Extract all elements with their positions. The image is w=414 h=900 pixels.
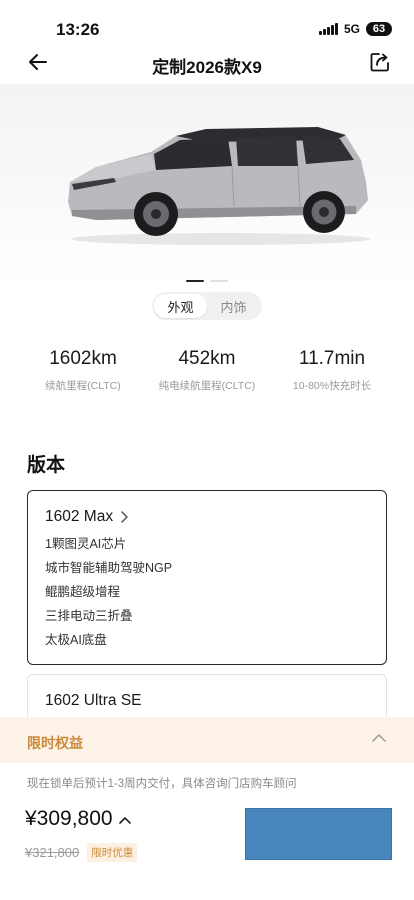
page-title: 定制2026款X9 (152, 58, 262, 77)
tab-interior[interactable]: 内饰 (207, 294, 260, 318)
version-name: 1602 Ultra SE (45, 692, 142, 710)
version-name-label: 1602 Max (45, 508, 114, 525)
feature-item: 三排电动三折叠 (45, 609, 133, 623)
version-name-label: 1602 Ultra SE (45, 692, 142, 709)
original-price-row: ¥321,800 限时优惠 (25, 843, 138, 862)
feature-item: 太极AI底盘 (45, 633, 107, 647)
current-price: ¥309,800 (25, 807, 113, 830)
limited-benefit-bar[interactable]: 限时权益 (0, 717, 414, 763)
carousel-dot (210, 280, 228, 282)
signal-icon (318, 23, 338, 35)
network-type: 5G (343, 22, 360, 36)
stat-value: 1602km (49, 348, 117, 369)
original-price: ¥321,800 (25, 845, 80, 860)
status-bar: 13:26 5G 63 (0, 0, 414, 44)
carousel-indicator (0, 280, 414, 282)
stat-charge-time: 11.7min 10-80%快充时长 (267, 348, 397, 393)
feature-item: 城市智能辅助驾驶NGP (45, 561, 173, 575)
nav-bar: 定制2026款X9 (0, 44, 414, 84)
share-icon[interactable] (368, 50, 392, 74)
car-image (68, 127, 371, 245)
tab-exterior[interactable]: 外观 (154, 294, 207, 318)
carousel-dot-active (186, 280, 204, 282)
price-summary[interactable]: ¥309,800 (25, 807, 131, 831)
stat-label: 10-80%快充时长 (292, 380, 372, 392)
version-name[interactable]: 1602 Max (45, 508, 129, 526)
view-toggle: 外观 内饰 (152, 292, 262, 320)
stat-value: 452km (178, 348, 236, 369)
stat-label: 续航里程(CLTC) (45, 380, 121, 392)
chevron-up-icon[interactable] (372, 733, 386, 743)
delivery-note: 现在锁单后预计1-3周内交付，具体咨询门店购车顾问 (27, 778, 297, 790)
feature-item: 鲲鹏超级增程 (45, 585, 121, 599)
stat-range: 1602km 续航里程(CLTC) (18, 348, 148, 393)
stat-electric-range: 452km 纯电续航里程(CLTC) (142, 348, 272, 393)
stat-label: 纯电续航里程(CLTC) (158, 380, 256, 392)
status-time: 13:26 (56, 20, 100, 39)
order-button[interactable] (245, 808, 392, 860)
promo-badge: 限时优惠 (87, 843, 138, 862)
battery-icon: 63 (366, 22, 392, 36)
version-card-max[interactable]: 1602 Max 1颗图灵AI芯片 城市智能辅助驾驶NGP 鲲鹏超级增程 三排电… (27, 490, 387, 665)
hero-image-carousel[interactable] (0, 84, 414, 284)
version-section-title: 版本 (27, 455, 66, 476)
benefit-title: 限时权益 (27, 735, 83, 751)
feature-list: 1颗图灵AI芯片 城市智能辅助驾驶NGP 鲲鹏超级增程 三排电动三折叠 太极AI… (45, 536, 172, 656)
status-icons: 5G 63 (318, 22, 392, 36)
chevron-up-icon[interactable] (118, 816, 131, 824)
chevron-right-icon (121, 511, 128, 523)
feature-item: 1颗图灵AI芯片 (45, 537, 127, 551)
stat-value: 11.7min (298, 348, 366, 369)
